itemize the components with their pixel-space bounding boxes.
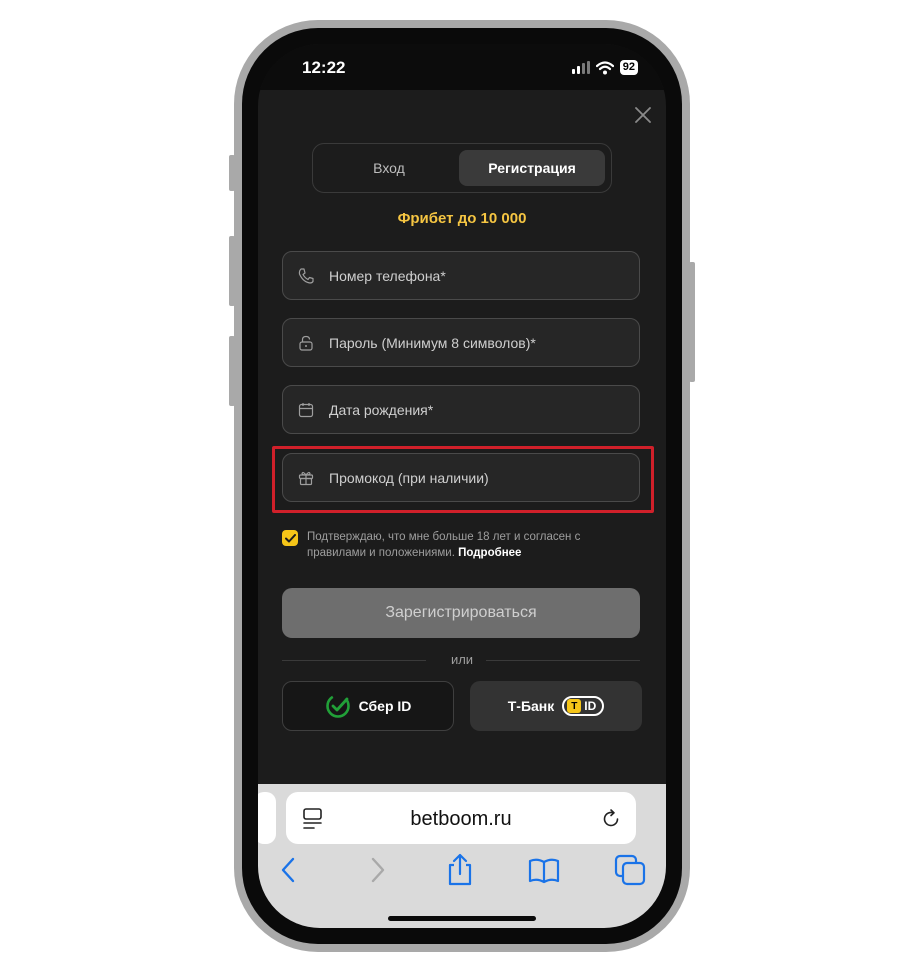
phone-input[interactable] (329, 267, 629, 284)
calendar-icon (298, 402, 314, 417)
terms-checkbox[interactable] (282, 530, 298, 546)
password-input[interactable] (329, 334, 629, 351)
browser-nav-row (258, 852, 666, 892)
tbank-id-badge: T ID (562, 696, 605, 716)
password-field[interactable] (282, 318, 640, 367)
bookmarks-icon[interactable] (526, 852, 562, 888)
tab-login[interactable]: Вход (319, 150, 459, 186)
check-icon (284, 533, 296, 542)
battery-indicator: 92 (619, 60, 638, 75)
terms-text-body: Подтверждаю, что мне больше 18 лет и сог… (307, 531, 581, 559)
lock-icon (299, 335, 313, 351)
phone-icon (298, 267, 314, 284)
volume-up-button (229, 236, 235, 306)
url-text: betboom.ru (410, 808, 512, 830)
sber-id-button[interactable]: Сбер ID (282, 681, 454, 731)
power-button (689, 262, 695, 382)
forward-chevron-icon[interactable] (358, 852, 394, 888)
tabs-icon[interactable] (612, 852, 648, 888)
terms-text: Подтверждаю, что мне больше 18 лет и сог… (307, 529, 642, 561)
status-bar: 12:22 92 (258, 44, 666, 90)
register-button[interactable]: Зарегистрироваться (282, 588, 640, 638)
phone-field[interactable] (282, 251, 640, 300)
terms-agreement: Подтверждаю, что мне больше 18 лет и сог… (282, 529, 642, 561)
back-chevron-icon[interactable] (272, 852, 308, 888)
share-icon[interactable] (442, 852, 478, 888)
browser-toolbar: betboom.ru (258, 784, 666, 928)
tab-register[interactable]: Регистрация (459, 150, 605, 186)
home-indicator (388, 916, 536, 921)
wifi-icon (595, 60, 614, 74)
tbank-id-text: ID (584, 699, 597, 713)
address-bar[interactable]: betboom.ru (286, 792, 636, 844)
status-time: 12:22 (302, 58, 346, 77)
birthdate-input[interactable] (329, 401, 629, 418)
signal-icon (571, 61, 590, 74)
birthdate-field[interactable] (282, 385, 640, 434)
volume-down-button (229, 336, 235, 406)
close-icon[interactable] (632, 104, 654, 126)
terms-more-link[interactable]: Подробнее (458, 547, 521, 559)
sber-id-label: Сбер ID (358, 698, 412, 714)
status-icons: 92 (571, 60, 638, 75)
promocode-highlight (272, 446, 654, 513)
auth-tabs: Вход Регистрация (312, 143, 612, 193)
tbank-id-button[interactable]: Т-Банк T ID (470, 681, 642, 731)
reload-icon[interactable] (600, 808, 622, 830)
sber-logo-icon (325, 694, 350, 718)
divider-right (486, 660, 640, 661)
freebet-banner: Фрибет до 10 000 (397, 210, 527, 227)
action-button (229, 155, 235, 191)
tbank-shield-icon: T (567, 699, 582, 713)
tbank-label: Т-Банк (507, 698, 555, 714)
previous-tab-preview[interactable] (258, 792, 276, 844)
